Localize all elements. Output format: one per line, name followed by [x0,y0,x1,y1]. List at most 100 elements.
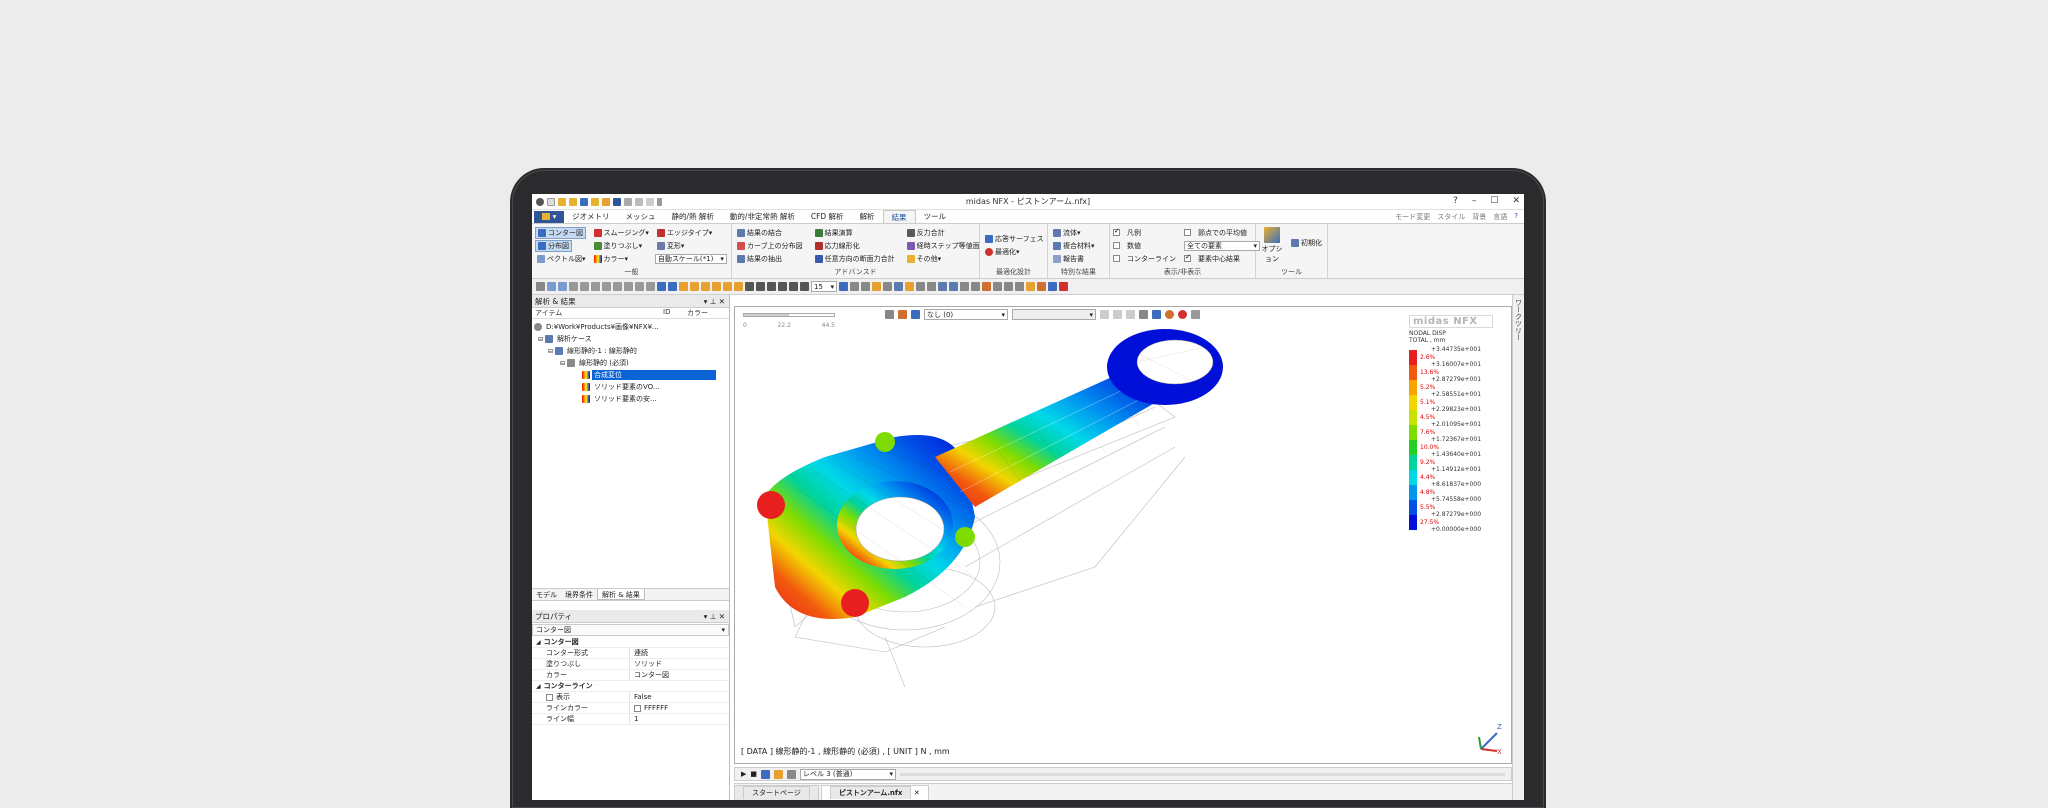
vector-button[interactable]: ベクトル図 ▾ [535,254,588,264]
node-average-checkbox-box[interactable] [1184,229,1191,236]
view-right-icon[interactable] [734,282,743,291]
zoom-all-icon[interactable] [569,282,578,291]
contour-line-checkbox[interactable]: コンターライン [1113,252,1176,265]
hidden-line-icon[interactable] [883,282,892,291]
tab-geometry[interactable]: ジオメトリ [564,210,618,223]
arbitrary-section-button[interactable]: 任意方向の断面力合計 [813,254,897,264]
view-top-icon[interactable] [701,282,710,291]
help-icon[interactable]: ? [1453,196,1458,206]
open-recent-icon[interactable] [569,197,577,206]
properties-pin-close[interactable]: ▾ ⊥ ✕ [704,612,725,621]
tree-row-linear-static[interactable]: ⊟ 線形静的-1 : 線形静的 [532,345,729,357]
stop-icon[interactable]: ■ [750,770,757,778]
extract-results-button[interactable]: 結果の抽出 [735,254,784,264]
zoom-window-icon[interactable] [580,282,589,291]
pan-icon[interactable] [646,282,655,291]
render-icon[interactable] [850,282,859,291]
probe-icon[interactable] [1004,282,1013,291]
legend-checkbox[interactable]: 凡例 [1113,226,1176,239]
tag-icon[interactable] [1037,282,1046,291]
snap-icon[interactable] [1026,282,1035,291]
prop-category-contour[interactable]: ◢ コンター図 [532,637,729,648]
fill-button[interactable]: 塗りつぶし ▾ [592,241,645,251]
model-viewport[interactable]: 0 22.2 44.5 なし (0) ▾ ▾ midas NFX NODAL D… [734,306,1512,764]
prop-row[interactable]: コンター形式 連続 [532,648,729,659]
zoom-icon[interactable] [591,282,600,291]
play-icon[interactable]: ▶ [741,770,746,778]
export-icon[interactable] [602,197,610,206]
zoom-out-icon[interactable] [613,282,622,291]
node-average-checkbox[interactable]: 節点での平均値 [1184,226,1260,239]
grid-icon[interactable] [657,282,666,291]
element-icon[interactable] [960,282,969,291]
new-file-icon[interactable] [547,197,555,206]
result-calc-button[interactable]: 結果演算 [813,228,855,238]
select-icon[interactable] [536,282,545,291]
arrow-right-icon[interactable] [756,282,765,291]
value-checkbox-box[interactable] [1113,242,1120,249]
shrink-icon[interactable] [971,282,980,291]
tab-model[interactable]: モデル [532,589,561,600]
redo-icon[interactable] [635,197,643,206]
tab-cfd-analysis[interactable]: CFD 解析 [803,210,852,223]
prop-row[interactable]: 表示 False [532,692,729,703]
optimize-button[interactable]: 最適化 ▾ [983,247,1022,257]
response-surface-button[interactable]: 応答サーフェス [983,234,1046,244]
element-scope-select[interactable]: 全ての要素 ▾ [1184,240,1260,251]
tab-mesh[interactable]: メッシュ [618,210,664,223]
language-menu[interactable]: 言語 [1493,212,1507,222]
import-icon[interactable] [591,197,599,206]
animation-level-select[interactable]: レベル 3 (普通) ▾ [800,768,897,780]
others-button[interactable]: その他 ▾ [905,254,944,264]
fluid-button[interactable]: 流体 ▾ [1051,228,1083,238]
node-icon[interactable] [949,282,958,291]
contour-line-checkbox-box[interactable] [1113,255,1120,262]
element-center-checkbox[interactable]: 要素中心結果 [1184,252,1260,265]
close-button[interactable]: ✕ [1512,196,1520,206]
properties-selector[interactable]: コンター図 ▾ [532,624,729,636]
stress-linearize-button[interactable]: 応力線形化 [813,241,862,251]
panel-pin-close[interactable]: ▾ ⊥ ✕ [704,297,725,306]
tree-row-total-displacement[interactable]: 合成変位 [532,369,729,381]
deform-button[interactable]: 変形 ▾ [655,241,687,251]
value-checkbox[interactable]: 数値 [1113,239,1176,252]
option-button[interactable]: オプション [1259,226,1285,264]
over-time-button[interactable]: 経時ステップ等値面 [905,241,982,251]
line-color-swatch[interactable] [634,704,641,712]
axis-icon[interactable] [668,282,677,291]
connecting-rod-model[interactable] [735,307,1513,765]
arrow-ur-icon[interactable] [800,282,809,291]
view-left-icon[interactable] [723,282,732,291]
save-icon[interactable] [580,197,588,206]
tree-row-analysis-case[interactable]: ⊟ 解析ケース [532,333,729,345]
transparency-icon[interactable] [894,282,903,291]
view-bottom-icon[interactable] [712,282,721,291]
tree-row-vonmises[interactable]: ソリッド要素のVO... [532,381,729,393]
prop-row[interactable]: ラインカラー FFFFFF [532,703,729,714]
composite-button[interactable]: 複合材料 ▾ [1051,241,1097,251]
minimize-button[interactable]: – [1472,196,1477,206]
reaction-sum-button[interactable]: 反力合計 [905,228,947,238]
initialize-button[interactable]: 初期化 [1289,238,1324,248]
style-menu[interactable]: スタイル [1437,212,1465,222]
prop-category-contour-line[interactable]: ◢ コンターライン [532,681,729,692]
hide-icon[interactable] [916,282,925,291]
mesh-icon[interactable] [938,282,947,291]
smoothing-button[interactable]: スムージング ▾ [592,228,651,238]
pen-icon[interactable] [1059,282,1068,291]
customize-icon[interactable] [657,197,662,206]
material-icon[interactable] [982,282,991,291]
tab-analysis[interactable]: 解析 [852,210,883,223]
view-cube-icon[interactable] [839,282,848,291]
zoom-in-icon[interactable] [602,282,611,291]
anim-record-icon[interactable] [774,769,784,779]
prop-row[interactable]: カラー コンター図 [532,670,729,681]
tree-row-safety[interactable]: ソリッド要素の安... [532,393,729,405]
step-angle-select[interactable]: 15 ▾ [811,281,837,292]
tab-static-analysis[interactable]: 静的/熱 解析 [664,210,722,223]
file-menu-button[interactable]: ▾ [534,210,564,223]
display-icon[interactable] [905,282,914,291]
view-back-icon[interactable] [690,282,699,291]
show-all-icon[interactable] [927,282,936,291]
arrow-ul-icon[interactable] [789,282,798,291]
